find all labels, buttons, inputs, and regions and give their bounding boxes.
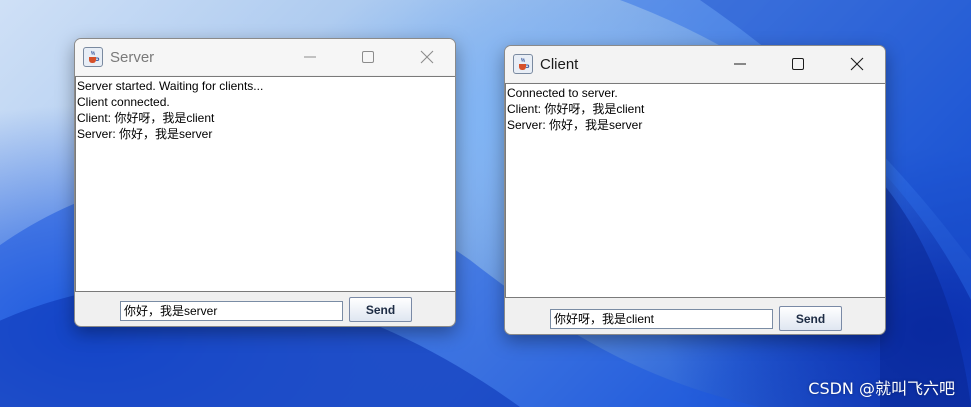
minimize-button[interactable]: [717, 46, 763, 82]
log-line: Server started. Waiting for clients...: [77, 79, 264, 93]
server-input-panel: 你好，我是server Send: [75, 292, 455, 326]
client-input-panel: 你好呀，我是client Send: [505, 298, 885, 334]
server-window: Server Server started. Waiting for clien…: [74, 38, 456, 327]
minimize-icon: [734, 63, 746, 65]
java-coffee-cup-icon: [513, 54, 533, 74]
window-title: Server: [110, 48, 155, 66]
client-window: Client Connected to server. Client: 你好呀，…: [504, 45, 886, 335]
close-icon: [850, 57, 864, 71]
maximize-button[interactable]: [775, 46, 821, 82]
log-line: Server: 你好，我是server: [77, 127, 213, 141]
send-button[interactable]: Send: [349, 297, 412, 322]
client-titlebar[interactable]: Client: [505, 46, 885, 82]
minimize-button[interactable]: [287, 39, 333, 75]
window-title: Client: [540, 55, 579, 73]
server-message-log[interactable]: Server started. Waiting for clients... C…: [75, 76, 455, 292]
java-coffee-cup-icon: [83, 47, 103, 67]
close-button[interactable]: [834, 46, 880, 82]
maximize-icon: [792, 58, 804, 70]
log-line: Client: 你好呀，我是client: [77, 111, 215, 125]
send-button[interactable]: Send: [779, 306, 842, 331]
log-line: Client connected.: [77, 95, 170, 109]
close-icon: [420, 50, 434, 64]
close-button[interactable]: [404, 39, 450, 75]
minimize-icon: [304, 56, 316, 58]
maximize-button[interactable]: [345, 39, 391, 75]
server-titlebar[interactable]: Server: [75, 39, 455, 75]
client-message-log[interactable]: Connected to server. Client: 你好呀，我是clien…: [505, 83, 885, 298]
message-input[interactable]: 你好，我是server: [120, 301, 343, 321]
log-line: Connected to server.: [507, 86, 618, 100]
message-input[interactable]: 你好呀，我是client: [550, 309, 773, 329]
maximize-icon: [362, 51, 374, 63]
log-line: Client: 你好呀，我是client: [507, 102, 645, 116]
log-line: Server: 你好，我是server: [507, 118, 643, 132]
csdn-watermark: CSDN @就叫飞六吧: [808, 379, 955, 398]
